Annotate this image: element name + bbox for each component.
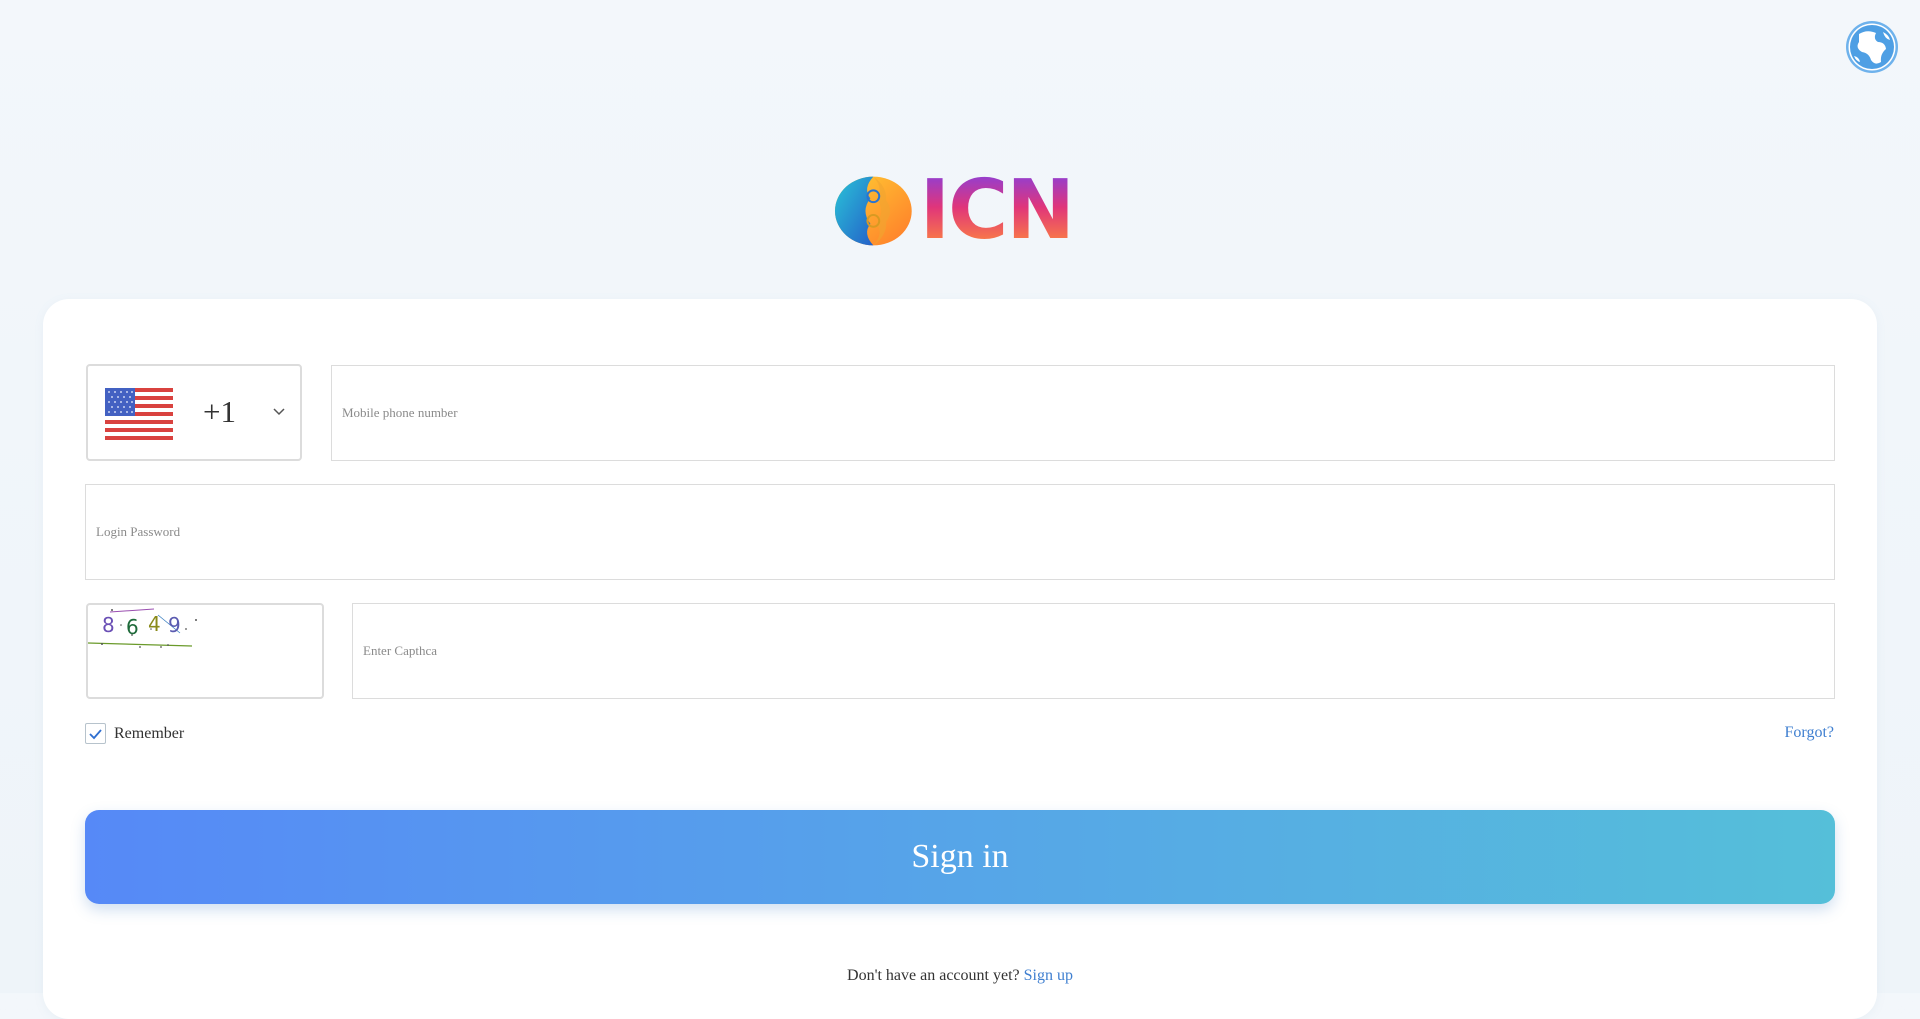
captcha-image[interactable]: 8 6 4 9 [86, 603, 324, 699]
password-field [85, 484, 1835, 580]
globe-icon [1846, 21, 1898, 73]
password-input[interactable] [86, 485, 1834, 579]
captcha-char-4: 9 [168, 613, 181, 637]
sign-up-link[interactable]: Sign up [1024, 967, 1073, 984]
phone-input[interactable] [332, 366, 1834, 460]
sign-in-button[interactable]: Sign in [85, 810, 1835, 904]
brand-logo: ICN [833, 163, 1075, 258]
remember-label: Remember [114, 724, 185, 742]
checkmark-icon [89, 728, 102, 739]
remember-checkbox[interactable] [85, 723, 106, 744]
captcha-char-3: 4 [148, 612, 161, 636]
captcha-char-2: 6 [126, 615, 139, 639]
captcha-field [352, 603, 1835, 699]
brand-name: ICN [919, 163, 1075, 258]
signup-prompt: Don't have an account yet? [847, 967, 1024, 984]
language-globe-button[interactable] [1845, 20, 1899, 74]
chevron-down-icon [273, 408, 285, 416]
country-code-select[interactable]: +1 [86, 364, 302, 461]
remember-toggle[interactable]: Remember [85, 723, 184, 744]
captcha-input[interactable] [353, 604, 1834, 698]
captcha-char-1: 8 [102, 613, 115, 637]
captcha-graphic: 8 6 4 9 [88, 608, 197, 648]
forgot-password-link[interactable]: Forgot? [1785, 724, 1834, 742]
dial-code: +1 [203, 394, 236, 429]
us-flag-icon [105, 388, 173, 440]
icn-emblem-icon [834, 176, 912, 246]
signup-row: Don't have an account yet? Sign up [0, 967, 1920, 985]
phone-field [331, 365, 1835, 461]
